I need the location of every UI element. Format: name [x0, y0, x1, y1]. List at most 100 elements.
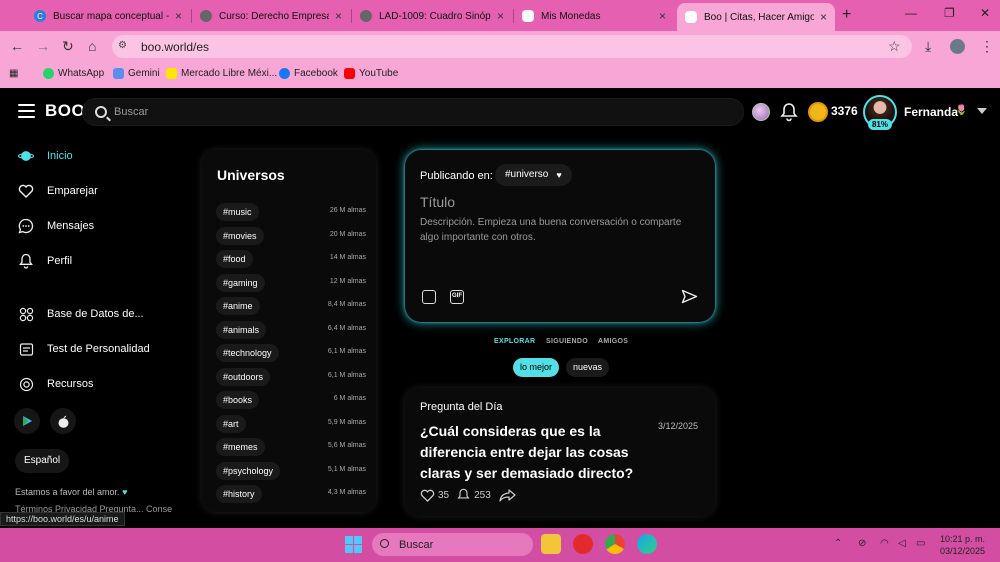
sidebar-item-recursos[interactable]: Recursos [18, 376, 93, 392]
sidebar-item-perfil[interactable]: Perfil [18, 253, 72, 269]
universe-row[interactable]: #gaming 12 M almas [216, 273, 366, 293]
reload-button[interactable]: ↻ [62, 38, 74, 55]
universe-row[interactable]: #music 26 M almas [216, 203, 366, 222]
user-name[interactable]: Fernanda [904, 105, 958, 119]
tab-boo-active[interactable]: Boo | Citas, Hacer Amigos, C × [677, 3, 835, 31]
profile-avatar[interactable] [950, 39, 965, 54]
taskbar-search[interactable]: Buscar [372, 533, 533, 556]
universe-row[interactable]: #books 6 M almas [216, 391, 366, 410]
tab-mis-monedas[interactable]: Mis Monedas × [514, 3, 674, 29]
apps-grid-icon[interactable]: ▦ [9, 68, 18, 79]
bookmark-mercado-libre[interactable]: Mercado Libre Méxi... [166, 68, 277, 79]
send-icon[interactable] [681, 289, 698, 304]
omnibox[interactable]: ⚙ [112, 35, 912, 58]
image-upload-icon[interactable] [422, 290, 436, 304]
universe-tag[interactable]: #technology [216, 344, 279, 362]
tab-buscar-mapa[interactable]: C Buscar mapa conceptual - C × [26, 3, 190, 29]
universe-row[interactable]: #art 5,9 M almas [216, 414, 366, 434]
universe-row[interactable]: #anime 8,4 M almas [216, 297, 366, 316]
bookmark-whatsapp[interactable]: WhatsApp [43, 68, 104, 79]
gif-icon[interactable]: GIF [450, 290, 464, 304]
sidebar-item-base-datos[interactable]: Base de Datos de... [18, 306, 144, 322]
language-button[interactable]: Español [15, 449, 70, 473]
universe-tag[interactable]: #history [216, 485, 262, 503]
home-button[interactable]: ⌂ [88, 38, 96, 54]
post-description-input[interactable]: Descripción. Empieza una buena conversac… [420, 215, 700, 245]
universe-row[interactable]: #movies 20 M almas [216, 226, 366, 246]
universe-row[interactable]: #animals 6,4 M almas [216, 320, 366, 340]
new-tab-button[interactable]: + [842, 6, 851, 24]
close-window-button[interactable]: ✕ [980, 6, 990, 20]
sidebar-item-mensajes[interactable]: Mensajes [18, 218, 94, 234]
forward-button[interactable]: → [36, 38, 50, 54]
question-of-day-card[interactable]: Pregunta del Día 3/12/2025 ¿Cuál conside… [405, 388, 715, 516]
question-text[interactable]: ¿Cuál consideras que es la diferencia en… [420, 421, 645, 484]
file-explorer-icon[interactable] [541, 534, 561, 554]
bookmark-gemini[interactable]: Gemini [113, 68, 160, 79]
universe-tag[interactable]: #anime [216, 297, 260, 315]
site-info-icon[interactable]: ⚙ [118, 40, 127, 51]
universe-row[interactable]: #outdoors 6,1 M almas [216, 367, 366, 387]
hamburger-menu-icon[interactable] [18, 104, 35, 118]
universe-row[interactable]: #technology 6,1 M almas [216, 344, 366, 363]
windows-start-icon[interactable] [345, 536, 362, 553]
universe-tag[interactable]: #gaming [216, 273, 265, 292]
tray-chevron-icon[interactable]: ⌃ [834, 538, 842, 549]
edge-icon[interactable] [637, 534, 657, 554]
download-icon[interactable]: ⤓ [925, 38, 931, 55]
sort-best-button[interactable]: lo mejor [513, 358, 560, 377]
universe-picker[interactable]: #universo ♥ [495, 164, 572, 186]
tray-app-icon[interactable]: ⊘ [858, 538, 866, 549]
close-tab-icon[interactable]: × [335, 9, 342, 23]
bookmark-youtube[interactable]: YouTube [344, 68, 398, 79]
menu-kebab-icon[interactable]: ⋮ [980, 38, 994, 55]
universe-tag[interactable]: #outdoors [216, 367, 271, 386]
battery-icon[interactable]: ▭ [916, 538, 925, 549]
boo-logo[interactable]: BOO [45, 101, 85, 121]
app-store-button[interactable] [50, 408, 76, 434]
share-icon[interactable] [499, 488, 516, 502]
universe-tag[interactable]: #art [216, 414, 246, 433]
google-play-button[interactable] [14, 408, 40, 434]
universe-row[interactable]: #memes 5,6 M almas [216, 438, 366, 457]
media-player-icon[interactable] [573, 534, 593, 554]
user-menu-chevron-icon[interactable] [977, 108, 987, 114]
close-tab-icon[interactable]: × [659, 9, 666, 23]
back-button[interactable]: ← [10, 38, 24, 54]
close-tab-icon[interactable]: × [497, 9, 504, 23]
tab-curso-derecho[interactable]: Curso: Derecho Empresarial × [192, 3, 350, 29]
universe-tag[interactable]: #books [216, 391, 260, 409]
universe-row[interactable]: #history 4,3 M almas [216, 485, 366, 504]
url-text[interactable]: boo.world/es [141, 40, 209, 54]
universe-tag[interactable]: #psychology [216, 461, 281, 480]
universe-tag[interactable]: #food [216, 250, 253, 268]
sidebar-item-test-personalidad[interactable]: Test de Personalidad [18, 341, 150, 357]
sidebar-item-inicio[interactable]: Inicio [18, 148, 73, 164]
sidebar-item-emparejar[interactable]: Emparejar [18, 183, 98, 199]
search-input[interactable]: Buscar [82, 98, 744, 126]
wifi-icon[interactable]: ◠ [880, 538, 889, 549]
coin-balance[interactable]: 3376 [831, 104, 858, 118]
universe-tag[interactable]: #music [216, 203, 259, 221]
universe-row[interactable]: #psychology 5,1 M almas [216, 461, 366, 481]
notifications-bell-icon[interactable] [780, 102, 798, 122]
bookmark-star-icon[interactable]: ☆ [888, 38, 901, 55]
comment-icon[interactable] [457, 488, 470, 502]
minimize-button[interactable]: — [905, 6, 917, 20]
volume-icon[interactable]: ◁ [898, 538, 906, 549]
language-globe-icon[interactable] [752, 103, 770, 121]
close-tab-icon[interactable]: × [820, 10, 827, 24]
chrome-icon[interactable] [605, 534, 625, 554]
tab-lad-1009[interactable]: LAD-1009: Cuadro Sinóptico × [352, 3, 512, 29]
universe-tag[interactable]: #memes [216, 438, 265, 456]
universe-tag[interactable]: #movies [216, 226, 264, 245]
restore-button[interactable]: ❐ [944, 6, 955, 20]
universe-row[interactable]: #food 14 M almas [216, 250, 366, 269]
system-clock[interactable]: 10:21 p. m. 03/12/2025 [940, 533, 985, 557]
close-tab-icon[interactable]: × [175, 9, 182, 23]
universe-tag[interactable]: #animals [216, 320, 267, 339]
tab-amigos[interactable]: AMIGOS [598, 338, 628, 345]
tab-siguiendo[interactable]: SIGUIENDO [546, 338, 588, 345]
bookmark-facebook[interactable]: Facebook [279, 68, 338, 79]
coin-icon[interactable] [808, 102, 828, 122]
